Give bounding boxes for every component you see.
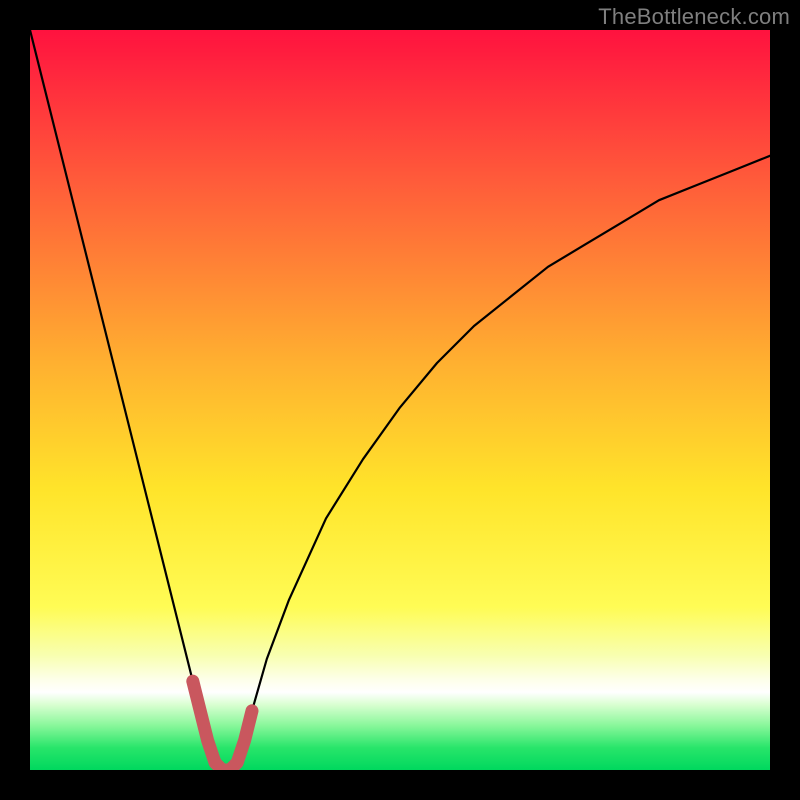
highlight-segment bbox=[193, 681, 252, 770]
curve-layer bbox=[30, 30, 770, 770]
outer-frame: TheBottleneck.com bbox=[0, 0, 800, 800]
plot-area bbox=[30, 30, 770, 770]
watermark-text: TheBottleneck.com bbox=[598, 4, 790, 30]
bottleneck-curve bbox=[30, 30, 770, 770]
